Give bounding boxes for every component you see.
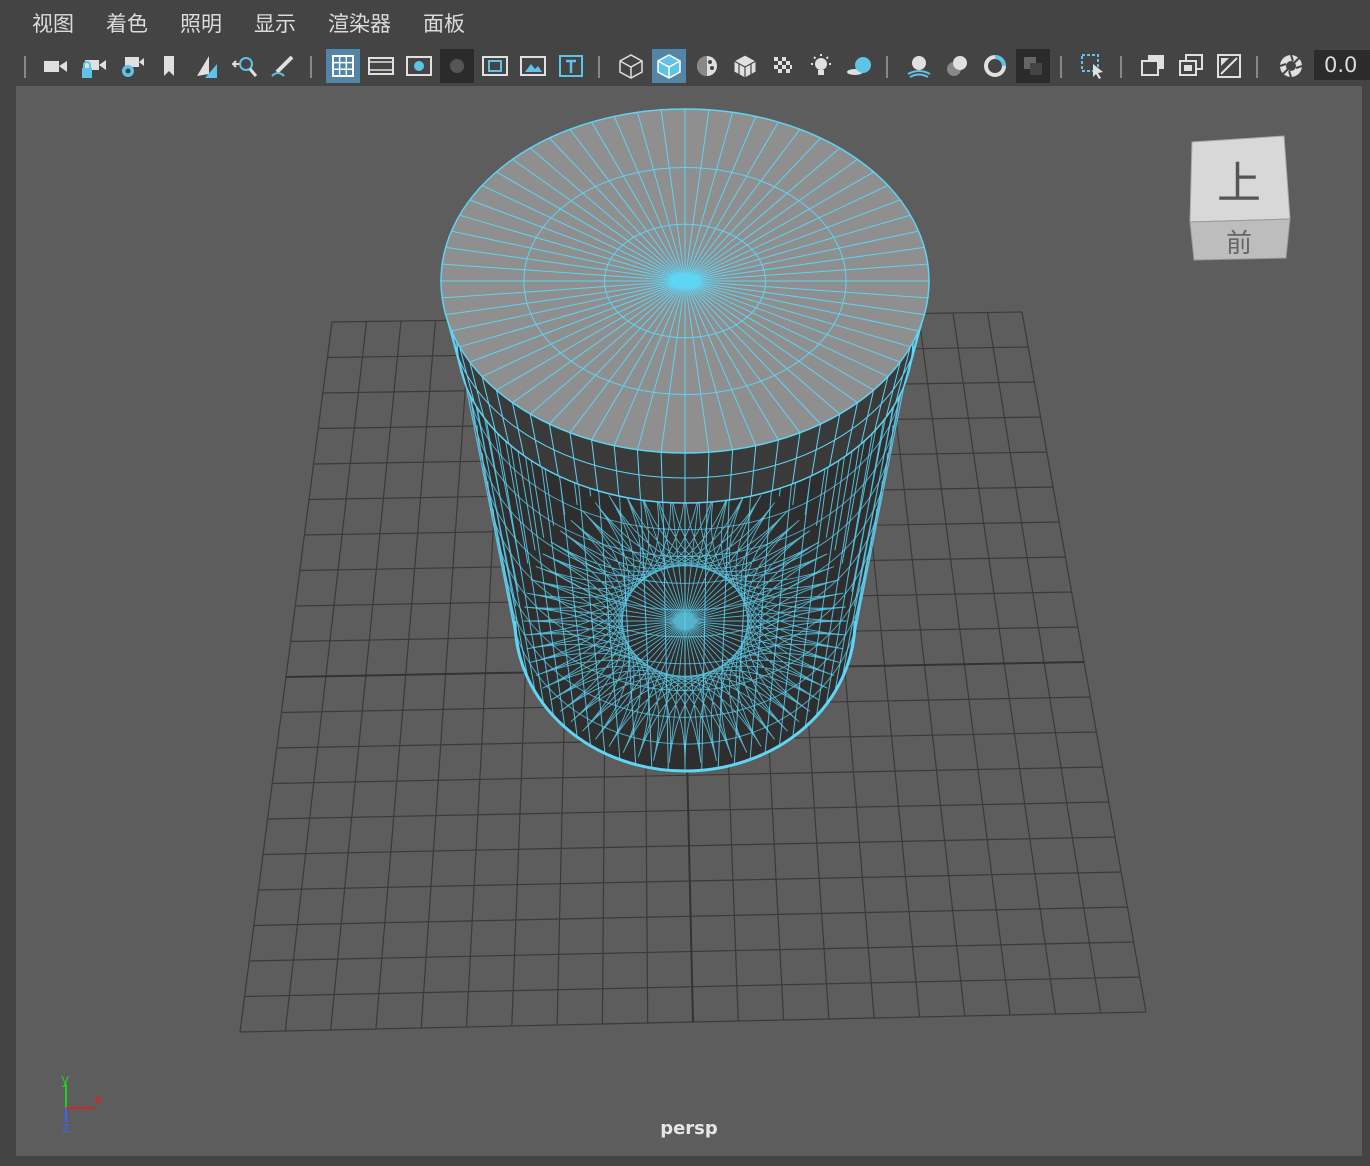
toolbar-separator bbox=[310, 56, 312, 78]
toolbar-separator bbox=[886, 56, 888, 78]
menu-lighting[interactable]: 照明 bbox=[162, 8, 236, 38]
grid-icon[interactable] bbox=[326, 49, 360, 83]
image-icon[interactable] bbox=[1212, 49, 1246, 83]
grease-pencil-icon[interactable] bbox=[266, 49, 300, 83]
axis-y-label: y bbox=[61, 1074, 69, 1088]
menu-renderer[interactable]: 渲染器 bbox=[310, 8, 405, 38]
exposure-icon[interactable] bbox=[1274, 49, 1308, 83]
depth-of-field-icon[interactable] bbox=[1016, 49, 1050, 83]
bookmark-icon[interactable] bbox=[152, 49, 186, 83]
menu-show[interactable]: 显示 bbox=[236, 8, 310, 38]
field-chart-icon[interactable] bbox=[478, 49, 512, 83]
safe-title-icon[interactable] bbox=[554, 49, 588, 83]
isolate-select-icon[interactable] bbox=[1076, 49, 1110, 83]
select-camera-icon[interactable] bbox=[38, 49, 72, 83]
viewcube-front-label[interactable]: 前 bbox=[1226, 229, 1252, 259]
smooth-shade-icon[interactable] bbox=[652, 49, 686, 83]
lock-camera-icon[interactable] bbox=[76, 49, 110, 83]
use-all-lights-icon[interactable] bbox=[804, 49, 838, 83]
wireframe-icon[interactable] bbox=[614, 49, 648, 83]
panel-border bbox=[0, 46, 16, 1166]
safe-action-icon[interactable] bbox=[516, 49, 550, 83]
image-plane-icon[interactable] bbox=[190, 49, 224, 83]
toolbar-separator bbox=[598, 56, 600, 78]
scene-view[interactable] bbox=[16, 86, 1362, 1156]
view-cube[interactable]: 上 前 bbox=[1184, 134, 1294, 264]
screen-space-ao-icon[interactable] bbox=[902, 49, 936, 83]
panel-toolbar: 0.0 bbox=[16, 46, 1370, 86]
default-material-icon[interactable] bbox=[690, 49, 724, 83]
xray-active-components-icon[interactable] bbox=[1174, 49, 1208, 83]
axis-x-label: x bbox=[94, 1092, 102, 1108]
camera-name-label: persp bbox=[660, 1118, 718, 1139]
exposure-field[interactable]: 0.0 bbox=[1314, 50, 1370, 80]
toolbar-separator bbox=[1120, 56, 1122, 78]
motion-blur-icon[interactable] bbox=[940, 49, 974, 83]
viewcube-top-label[interactable]: 上 bbox=[1217, 158, 1261, 209]
toolbar-separator bbox=[1060, 56, 1062, 78]
resolution-gate-icon[interactable] bbox=[402, 49, 436, 83]
antialiasing-icon[interactable] bbox=[978, 49, 1012, 83]
xray-joints-icon[interactable] bbox=[1136, 49, 1170, 83]
gate-mask-icon[interactable] bbox=[440, 49, 474, 83]
menu-shading[interactable]: 着色 bbox=[88, 8, 162, 38]
viewport-3d[interactable]: 上 前 y x z persp bbox=[16, 86, 1362, 1156]
menu-bar: 视图 着色 照明 显示 渲染器 面板 bbox=[0, 0, 1370, 46]
toolbar-separator bbox=[1256, 56, 1258, 78]
cylinder-wire-bottom bbox=[523, 478, 847, 764]
2d-pan-zoom-icon[interactable] bbox=[228, 49, 262, 83]
menu-panels[interactable]: 面板 bbox=[405, 8, 479, 38]
camera-attributes-icon[interactable] bbox=[114, 49, 148, 83]
shadows-icon[interactable] bbox=[842, 49, 876, 83]
toolbar-separator bbox=[24, 56, 26, 78]
menu-view[interactable]: 视图 bbox=[14, 8, 88, 38]
wireframe-on-shaded-icon[interactable] bbox=[728, 49, 762, 83]
lid-center bbox=[681, 277, 689, 285]
xray-icon[interactable] bbox=[766, 49, 800, 83]
film-gate-icon[interactable] bbox=[364, 49, 398, 83]
